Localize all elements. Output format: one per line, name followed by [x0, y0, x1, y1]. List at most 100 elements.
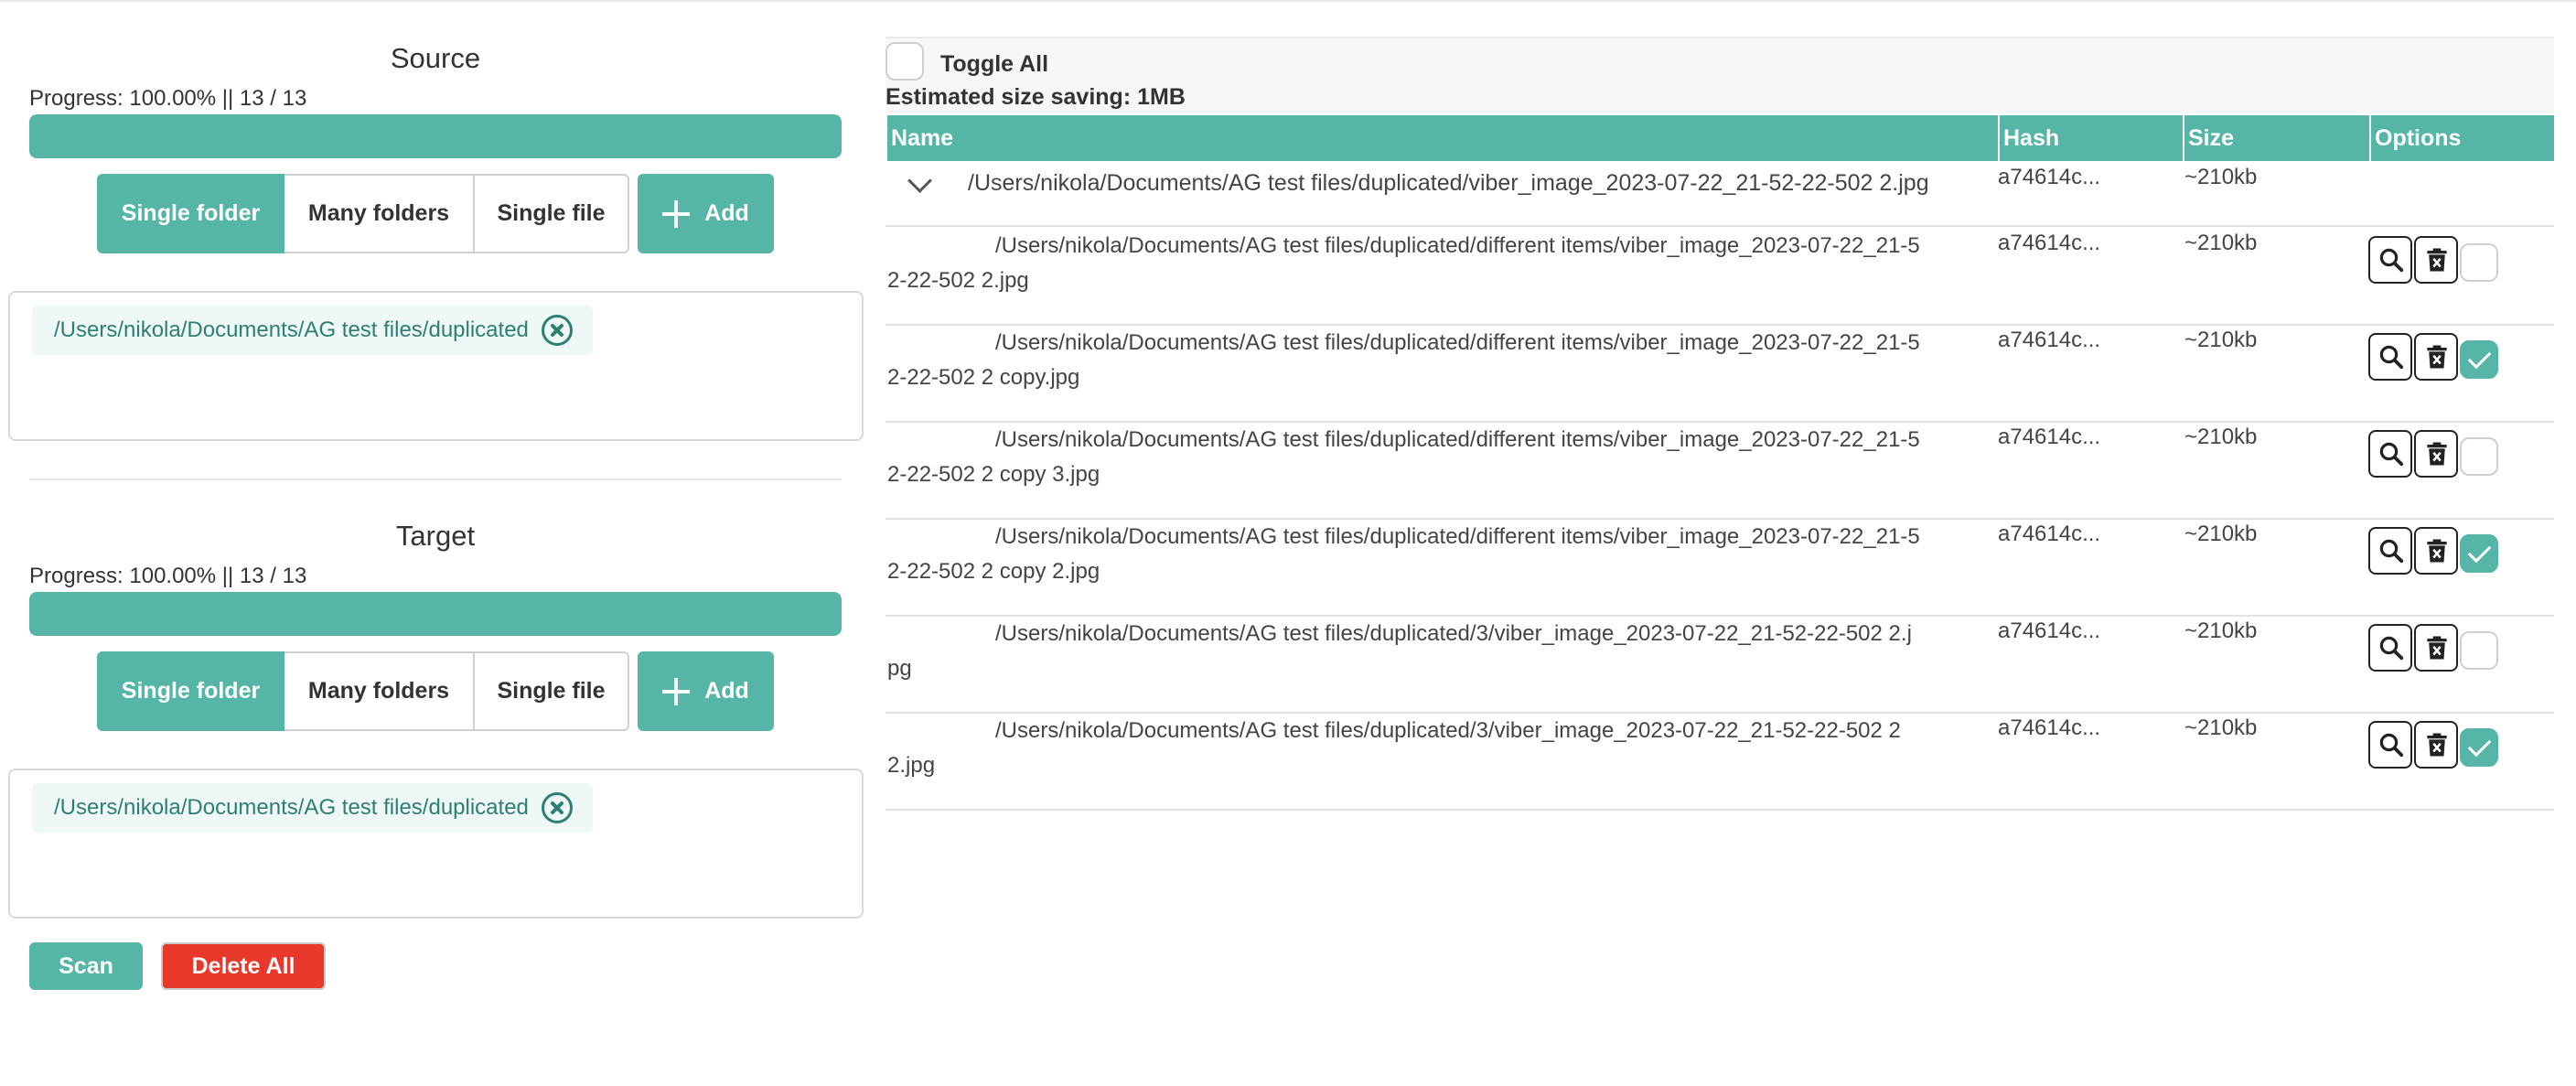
- file-path: /Users/nikola/Documents/AG test files/du…: [887, 714, 1991, 783]
- select-checkbox[interactable]: [2460, 631, 2498, 670]
- file-hash: a74614c...: [1998, 231, 2101, 255]
- column-name: Name: [891, 125, 954, 151]
- delete-file-button[interactable]: [2414, 333, 2458, 381]
- trash-icon: [2423, 731, 2451, 758]
- target-add-button[interactable]: Add: [638, 651, 774, 731]
- estimated-saving: Estimated size saving: 1MB: [886, 84, 1186, 110]
- select-checkbox[interactable]: [2460, 243, 2498, 282]
- table-row: /Users/nikola/Documents/AG test files/du…: [886, 617, 2554, 714]
- preview-button[interactable]: [2368, 236, 2412, 284]
- table-row: /Users/nikola/Documents/AG test files/du…: [886, 520, 2554, 617]
- plus-icon: [662, 199, 691, 228]
- file-path: /Users/nikola/Documents/AG test files/du…: [887, 326, 1991, 395]
- target-title: Target: [395, 520, 476, 552]
- toggle-all-label: Toggle All: [940, 51, 1049, 77]
- source-add-label: Add: [704, 200, 749, 226]
- section-divider: [29, 478, 842, 480]
- file-path-line2: 2-22-502 2 copy 2.jpg: [887, 559, 1100, 584]
- select-checkbox[interactable]: [2460, 340, 2498, 379]
- file-path-line2: 2.jpg: [887, 753, 936, 778]
- delete-file-button[interactable]: [2414, 721, 2458, 769]
- delete-file-button[interactable]: [2414, 527, 2458, 575]
- target-mode-many-folders[interactable]: Many folders: [284, 651, 475, 731]
- search-icon: [2377, 343, 2405, 371]
- target-path-text: /Users/nikola/Documents/AG test files/du…: [54, 795, 529, 820]
- chevron-down-icon[interactable]: [904, 176, 933, 194]
- select-checkbox[interactable]: [2460, 534, 2498, 573]
- file-size: ~210kb: [2184, 715, 2258, 740]
- source-progress-bar: [29, 114, 842, 158]
- search-icon: [2377, 246, 2405, 274]
- target-path-box[interactable]: /Users/nikola/Documents/AG test files/du…: [8, 769, 864, 919]
- search-icon: [2377, 537, 2405, 565]
- table-row: /Users/nikola/Documents/AG test files/du…: [886, 714, 2554, 811]
- source-mode-single-file[interactable]: Single file: [475, 174, 629, 253]
- file-path-line2: 2-22-502 2 copy.jpg: [887, 365, 1080, 390]
- target-add-label: Add: [704, 678, 749, 704]
- file-size: ~210kb: [2184, 425, 2258, 449]
- target-mode-group: Single folder Many folders Single file: [97, 651, 629, 731]
- file-path: /Users/nikola/Documents/AG test files/du…: [887, 229, 1991, 298]
- plus-icon: [662, 677, 691, 705]
- preview-button[interactable]: [2368, 527, 2412, 575]
- group-size: ~210kb: [2184, 165, 2258, 189]
- source-path-box[interactable]: /Users/nikola/Documents/AG test files/du…: [8, 291, 864, 441]
- file-path-line1: /Users/nikola/Documents/AG test files/du…: [995, 427, 1920, 452]
- delete-all-button[interactable]: Delete All: [161, 942, 326, 990]
- table-header: Name Hash Size Options: [887, 115, 2554, 161]
- table-row: /Users/nikola/Documents/AG test files/du…: [886, 326, 2554, 423]
- file-path-line2: pg: [887, 656, 912, 681]
- delete-file-button[interactable]: [2414, 430, 2458, 478]
- source-mode-single-folder[interactable]: Single folder: [97, 174, 284, 253]
- trash-icon: [2423, 343, 2451, 371]
- search-icon: [2377, 440, 2405, 468]
- scan-button[interactable]: Scan: [29, 942, 143, 990]
- source-progress-label: Progress: 100.00% || 13 / 13: [29, 86, 307, 111]
- target-progress-label: Progress: 100.00% || 13 / 13: [29, 564, 307, 588]
- left-panel: Source Progress: 100.00% || 13 / 13 Sing…: [0, 0, 874, 1086]
- preview-button[interactable]: [2368, 430, 2412, 478]
- preview-button[interactable]: [2368, 624, 2412, 672]
- select-checkbox[interactable]: [2460, 437, 2498, 476]
- file-path-line1: /Users/nikola/Documents/AG test files/du…: [995, 233, 1920, 258]
- trash-icon: [2423, 634, 2451, 661]
- file-size: ~210kb: [2184, 231, 2258, 255]
- file-size: ~210kb: [2184, 618, 2258, 643]
- source-title: Source: [390, 42, 481, 74]
- source-path-chip: /Users/nikola/Documents/AG test files/du…: [32, 306, 593, 355]
- file-size: ~210kb: [2184, 328, 2258, 352]
- source-add-button[interactable]: Add: [638, 174, 774, 253]
- source-mode-group: Single folder Many folders Single file: [97, 174, 629, 253]
- delete-file-button[interactable]: [2414, 236, 2458, 284]
- file-path: /Users/nikola/Documents/AG test files/du…: [887, 423, 1991, 492]
- group-hash: a74614c...: [1998, 165, 2101, 189]
- table-row: /Users/nikola/Documents/AG test files/du…: [886, 229, 2554, 326]
- file-path-line1: /Users/nikola/Documents/AG test files/du…: [995, 718, 1901, 743]
- delete-file-button[interactable]: [2414, 624, 2458, 672]
- group-file-name: /Users/nikola/Documents/AG test files/du…: [968, 170, 1929, 196]
- file-hash: a74614c...: [1998, 425, 2101, 449]
- source-progress-fill: [29, 114, 842, 158]
- select-checkbox[interactable]: [2460, 728, 2498, 767]
- trash-icon: [2423, 246, 2451, 274]
- target-mode-single-folder[interactable]: Single folder: [97, 651, 284, 731]
- preview-button[interactable]: [2368, 721, 2412, 769]
- source-path-text: /Users/nikola/Documents/AG test files/du…: [54, 317, 529, 342]
- file-path-line1: /Users/nikola/Documents/AG test files/du…: [995, 621, 1912, 646]
- file-path-line1: /Users/nikola/Documents/AG test files/du…: [995, 330, 1920, 355]
- close-circle-icon[interactable]: [541, 792, 573, 823]
- preview-button[interactable]: [2368, 333, 2412, 381]
- table-row: /Users/nikola/Documents/AG test files/du…: [886, 423, 2554, 520]
- target-path-chip: /Users/nikola/Documents/AG test files/du…: [32, 783, 593, 833]
- file-path-line2: 2-22-502 2 copy 3.jpg: [887, 462, 1100, 487]
- close-circle-icon[interactable]: [541, 315, 573, 346]
- target-mode-single-file[interactable]: Single file: [475, 651, 629, 731]
- file-hash: a74614c...: [1998, 618, 2101, 643]
- file-path: /Users/nikola/Documents/AG test files/du…: [887, 617, 1991, 686]
- column-options: Options: [2369, 115, 2554, 161]
- search-icon: [2377, 634, 2405, 661]
- source-mode-many-folders[interactable]: Many folders: [284, 174, 475, 253]
- toggle-all-checkbox[interactable]: [886, 42, 924, 81]
- file-path: /Users/nikola/Documents/AG test files/du…: [887, 520, 1991, 589]
- trash-icon: [2423, 440, 2451, 468]
